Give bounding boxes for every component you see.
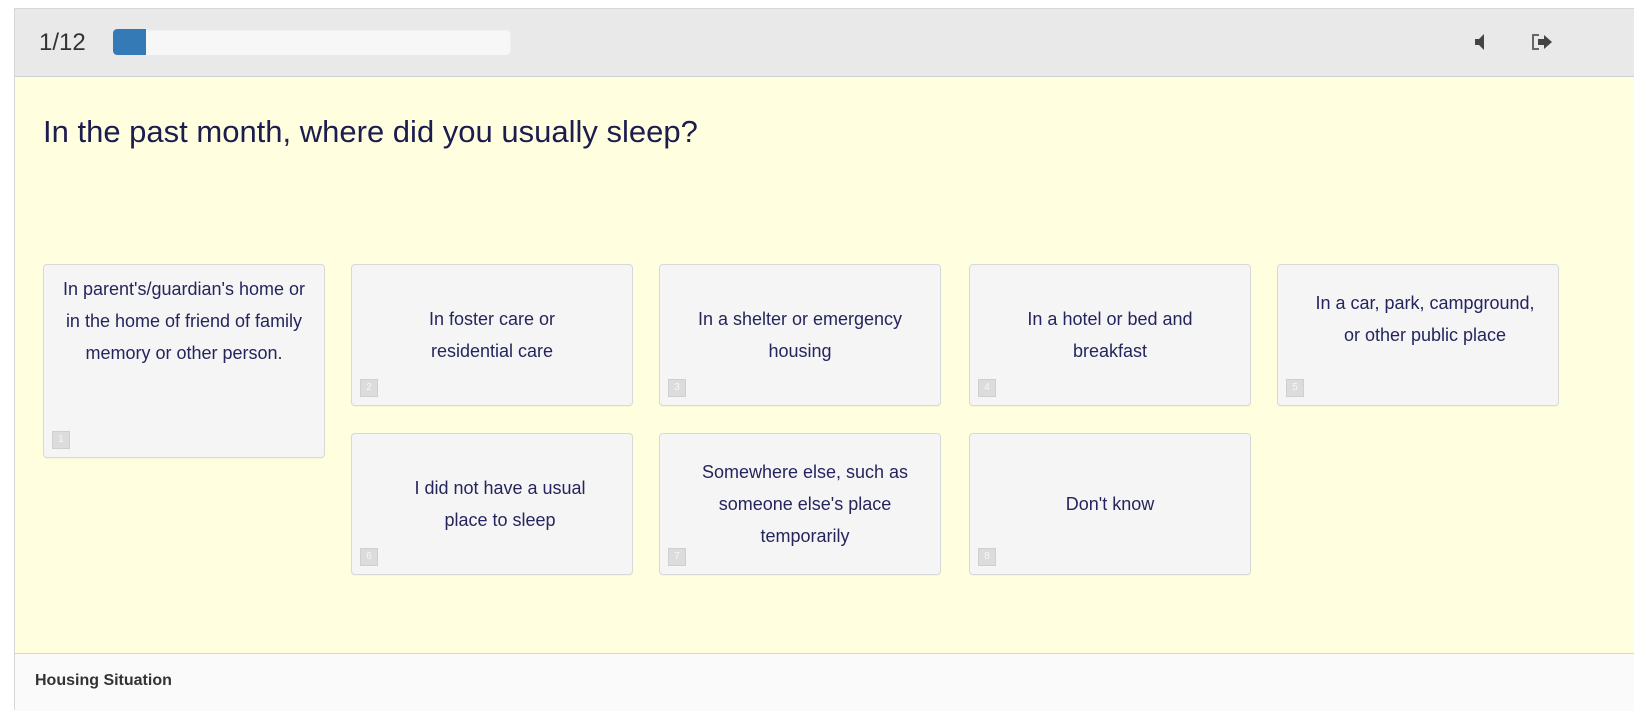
section-footer: Housing Situation	[15, 653, 1634, 711]
option-label: In a car, park, campground, or other pub…	[1315, 293, 1535, 345]
shortcut-key-badge: 5	[1286, 379, 1304, 397]
shortcut-key-badge: 8	[978, 548, 996, 566]
top-bar: 1/12	[15, 9, 1634, 77]
option-label: In foster care or residential care	[428, 309, 556, 361]
shortcut-key-badge: 1	[52, 431, 70, 449]
option-7-button[interactable]: Somewhere else, such as someone else's p…	[659, 433, 941, 575]
shortcut-key-badge: 4	[978, 379, 996, 397]
option-label: In parent's/guardian's home or in the ho…	[62, 279, 305, 363]
progress-bar	[113, 29, 511, 55]
option-8-button[interactable]: Don't know 8	[969, 433, 1251, 575]
option-3-button[interactable]: In a shelter or emergency housing 3	[659, 264, 941, 406]
option-label: In a shelter or emergency housing	[697, 309, 903, 361]
option-4-button[interactable]: In a hotel or bed and breakfast 4	[969, 264, 1251, 406]
option-6-button[interactable]: I did not have a usual place to sleep 6	[351, 433, 633, 575]
question-text: In the past month, where did you usually…	[43, 114, 698, 149]
option-label: In a hotel or bed and breakfast	[1027, 309, 1193, 361]
question-counter: 1/12	[39, 29, 86, 56]
shortcut-key-badge: 2	[360, 379, 378, 397]
shortcut-key-badge: 7	[668, 548, 686, 566]
progress-bar-fill	[113, 29, 147, 55]
shortcut-key-badge: 6	[360, 548, 378, 566]
option-2-button[interactable]: In foster care or residential care 2	[351, 264, 633, 406]
option-label: I did not have a usual place to sleep	[414, 478, 586, 530]
option-label: Don't know	[1065, 494, 1155, 514]
option-label: Somewhere else, such as someone else's p…	[701, 462, 909, 546]
shortcut-key-badge: 3	[668, 379, 686, 397]
speaker-icon[interactable]	[1467, 27, 1497, 57]
survey-frame: 1/12 In the past month, where did you us…	[14, 8, 1634, 711]
option-1-button[interactable]: In parent's/guardian's home or in the ho…	[43, 264, 325, 458]
option-5-button[interactable]: In a car, park, campground, or other pub…	[1277, 264, 1559, 406]
section-label: Housing Situation	[35, 672, 172, 689]
exit-icon[interactable]	[1527, 27, 1557, 57]
